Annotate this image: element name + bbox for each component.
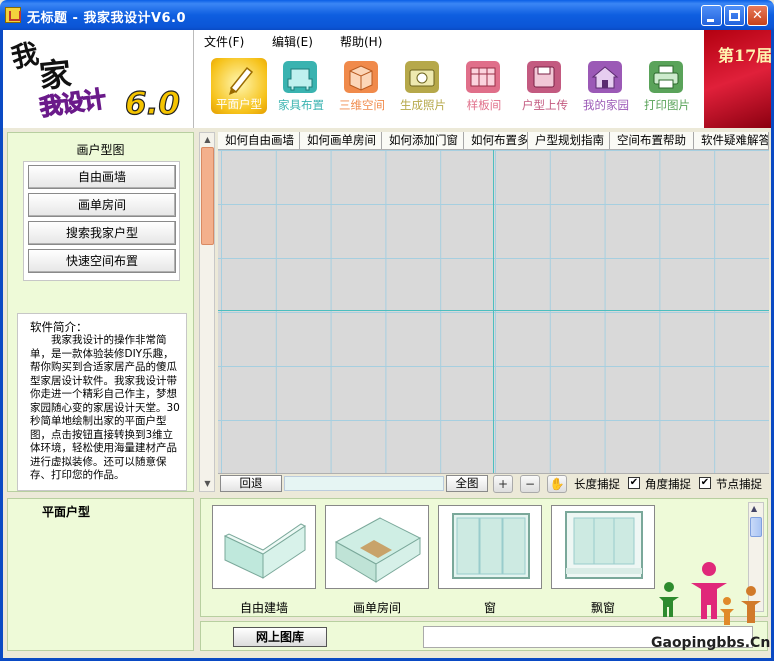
tool-label: 家具布置 xyxy=(278,98,324,112)
panel-title: 画户型图 xyxy=(76,143,125,157)
tool-label: 我的家园 xyxy=(583,98,629,112)
maximize-icon xyxy=(729,10,740,21)
tab-doors-windows[interactable]: 如何添加门窗 xyxy=(382,132,464,149)
chair-icon xyxy=(283,61,317,93)
tool-showroom[interactable]: 样板间 xyxy=(453,58,515,118)
tool-label: 平面户型 xyxy=(216,97,262,111)
tab-single-room[interactable]: 如何画单房间 xyxy=(300,132,382,149)
drawing-canvas[interactable] xyxy=(218,150,769,473)
title-bar: 无标题 - 我家我设计V6.0 ✕ xyxy=(0,0,774,30)
wall-icon xyxy=(212,505,316,589)
tab-free-wall[interactable]: 如何自由画墙 xyxy=(218,132,300,149)
app-icon xyxy=(5,7,21,23)
draw-button-group: 自由画墙 画单房间 搜索我家户型 快速空间布置 xyxy=(23,161,180,281)
gallery-label: 窗 xyxy=(483,601,496,615)
angle-snap-label: 角度捕捉 xyxy=(645,477,691,491)
tab-layout-help[interactable]: 空间布置帮助 xyxy=(610,132,694,149)
zoom-out-icon[interactable]: − xyxy=(520,475,540,493)
tool-3d-space[interactable]: 三维空间 xyxy=(331,58,393,118)
length-snap-checkbox[interactable]: ✔ xyxy=(628,477,640,489)
free-wall-button[interactable]: 自由画墙 xyxy=(28,165,176,189)
tool-label: 打印图片 xyxy=(644,98,690,112)
tool-print[interactable]: 打印图片 xyxy=(636,58,698,118)
quick-layout-button[interactable]: 快速空间布置 xyxy=(28,249,176,273)
online-library-button[interactable]: 网上图库 xyxy=(233,627,327,647)
minimize-button[interactable] xyxy=(701,5,722,26)
menu-file[interactable]: 文件(F) xyxy=(204,33,244,50)
bay-window-icon xyxy=(551,505,655,589)
showroom-icon xyxy=(466,61,500,93)
canvas-vertical-scrollbar[interactable]: ▲ ▼ xyxy=(199,132,215,492)
ad-banner[interactable]: 第17届 xyxy=(704,30,771,128)
tool-photo[interactable]: 生成照片 xyxy=(392,58,454,118)
tool-upload-plan[interactable]: 户型上传 xyxy=(514,58,576,118)
canvas-horizontal-scrollbar[interactable] xyxy=(284,476,444,491)
floppy-icon xyxy=(527,61,561,93)
intro-box: 软件简介： 我家我设计的操作非常简单，是一款体验装修DIY乐趣，帮你购买到合适家… xyxy=(17,313,187,491)
single-room-button[interactable]: 画单房间 xyxy=(28,193,176,217)
gallery-label: 自由建墙 xyxy=(239,601,288,615)
zoom-in-icon[interactable]: + xyxy=(493,475,513,493)
watermark-text: Gaopingbbs.Cn xyxy=(651,635,771,651)
scroll-thumb[interactable] xyxy=(750,517,762,537)
window-icon xyxy=(438,505,542,589)
gallery-label: 画单房间 xyxy=(352,601,401,615)
maximize-button[interactable] xyxy=(724,5,745,26)
scroll-up-icon[interactable]: ▲ xyxy=(751,504,757,513)
scroll-down-icon[interactable]: ▼ xyxy=(202,478,213,489)
menu-edit[interactable]: 编辑(E) xyxy=(272,33,313,50)
tab-multi-rooms[interactable]: 如何布置多个房间 xyxy=(464,132,528,149)
tool-floor-plan[interactable]: 平面户型 xyxy=(208,58,270,118)
help-tabs: 如何自由画墙 如何画单房间 如何添加门窗 如何布置多个房间 户型规划指南 空间布… xyxy=(218,132,769,150)
pan-hand-icon[interactable]: ✋ xyxy=(547,475,567,493)
intro-title: 软件简介： xyxy=(30,320,88,334)
fit-all-button[interactable]: 全图 xyxy=(446,475,488,492)
scroll-thumb[interactable] xyxy=(201,147,214,245)
cube-icon xyxy=(344,61,378,93)
people-logo-icon xyxy=(659,562,761,625)
scroll-up-icon[interactable]: ▲ xyxy=(202,134,213,145)
left-panel: 画户型图 自由画墙 画单房间 搜索我家户型 快速空间布置 软件简介： 我家我设计… xyxy=(7,132,194,492)
room-icon xyxy=(325,505,429,589)
app-logo: 我 家 我设计 6.0 xyxy=(3,30,194,128)
canvas-axis-vertical xyxy=(493,150,494,473)
canvas-toolbar: 回退 全图 + − ✋ 长度捕捉 ✔ 角度捕捉 ✔ 节点捕捉 xyxy=(218,473,769,493)
gallery-label: 飘窗 xyxy=(590,601,615,615)
menu-help[interactable]: 帮助(H) xyxy=(340,33,382,50)
search-plan-button[interactable]: 搜索我家户型 xyxy=(28,221,176,245)
length-snap-label: 长度捕捉 xyxy=(574,477,620,491)
window-title: 无标题 - 我家我设计V6.0 xyxy=(27,11,187,26)
site-watermark: Gaopingbbs.Cn xyxy=(651,561,771,657)
tool-label: 样板间 xyxy=(466,98,502,112)
tool-label: 生成照片 xyxy=(400,98,446,112)
house-icon xyxy=(588,61,622,93)
tool-label: 三维空间 xyxy=(339,98,385,112)
minimize-icon xyxy=(707,19,714,22)
close-button[interactable]: ✕ xyxy=(747,5,768,26)
canvas-axis-horizontal xyxy=(218,310,769,311)
printer-icon xyxy=(649,61,683,93)
toolbar-area: 文件(F) 编辑(E) 帮助(H) 平面户型 家具布置 三维空间 生成照片 样板… xyxy=(194,30,704,128)
tab-plan-guide[interactable]: 户型规划指南 xyxy=(528,132,610,149)
banner-text: 第17届 xyxy=(718,46,771,65)
tool-my-home[interactable]: 我的家园 xyxy=(575,58,637,118)
logo-version: 6.0 xyxy=(124,85,180,122)
node-snap-label: 节点捕捉 xyxy=(716,477,762,491)
angle-snap-checkbox[interactable]: ✔ xyxy=(699,477,711,489)
menu-bar: 文件(F) 编辑(E) 帮助(H) xyxy=(194,30,704,50)
intro-text: 我家我设计的操作非常简单，是一款体验装修DIY乐趣，帮你购买到合适家居产品的傻瓜… xyxy=(30,334,180,481)
undo-button[interactable]: 回退 xyxy=(220,475,282,492)
category-title[interactable]: 平面户型 xyxy=(42,503,90,520)
camera-icon xyxy=(405,61,439,93)
category-panel: 平面户型 xyxy=(7,498,194,651)
close-icon: ✕ xyxy=(752,8,763,23)
tab-faq[interactable]: 软件疑难解答 xyxy=(694,132,769,149)
tool-label: 户型上传 xyxy=(522,98,568,112)
tool-furniture[interactable]: 家具布置 xyxy=(270,58,332,118)
